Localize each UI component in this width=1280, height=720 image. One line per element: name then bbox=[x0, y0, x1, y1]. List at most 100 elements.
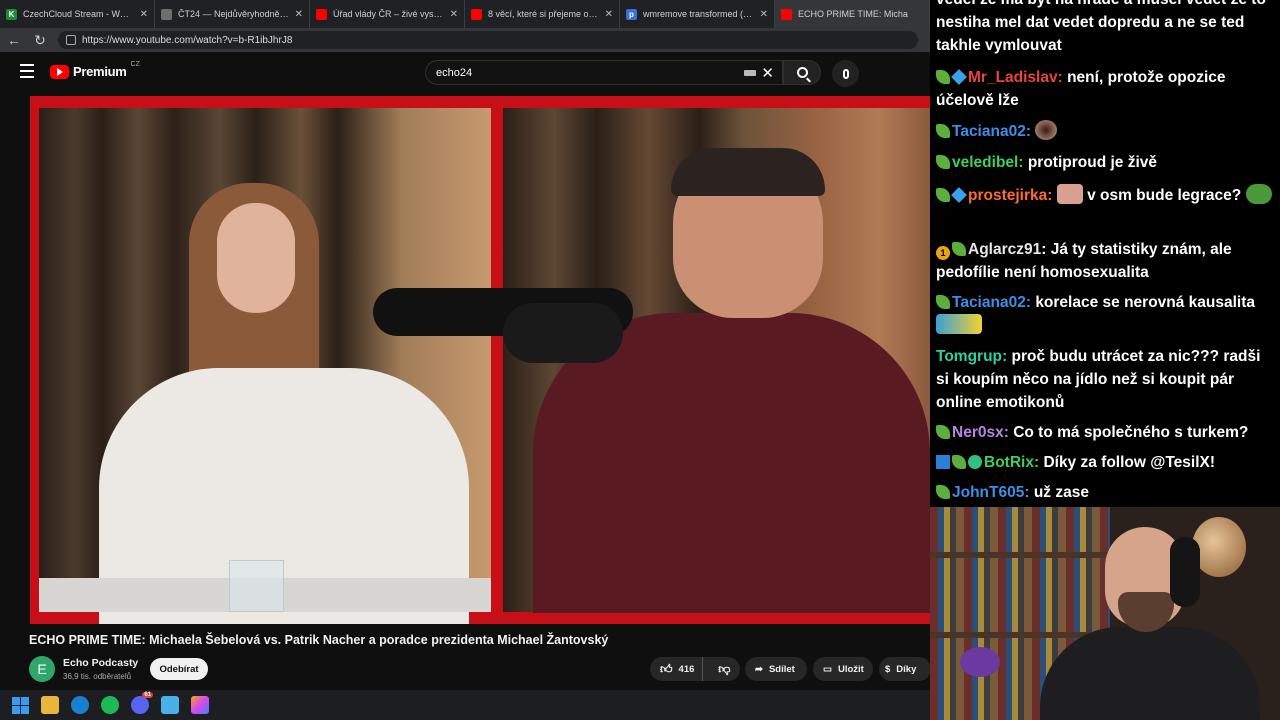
channel-name[interactable]: Echo Podcasty bbox=[63, 657, 138, 669]
podcast-microphone bbox=[503, 303, 623, 363]
chat-text: Díky za follow @TesilX! bbox=[1043, 454, 1216, 471]
like-count: 416 bbox=[678, 663, 695, 675]
logo-text: Premium bbox=[73, 64, 127, 79]
thanks-label: Díky bbox=[896, 663, 917, 675]
subscribe-button[interactable]: Odebírat bbox=[150, 658, 208, 680]
emote-icon bbox=[936, 314, 982, 334]
chat-username[interactable]: Tomgrup bbox=[936, 348, 1002, 365]
guest-face bbox=[217, 203, 295, 313]
notepad-icon[interactable] bbox=[161, 696, 179, 714]
youtube-logo[interactable]: Premium CZ bbox=[50, 61, 140, 79]
shelf-board bbox=[930, 552, 1110, 558]
tab-label: Úřad vlády ČR – živé vysílání - You bbox=[333, 9, 444, 19]
leaf-badge-icon bbox=[936, 188, 950, 202]
chat-username[interactable]: prostejirka bbox=[968, 187, 1047, 204]
voice-search-button[interactable] bbox=[832, 60, 859, 87]
water-glass bbox=[229, 560, 284, 612]
tab-label: ČT24 — Nejdůvěryhodnější zpravo bbox=[178, 9, 289, 19]
tab-label: ECHO PRIME TIME: Micha bbox=[798, 9, 908, 19]
save-label: Uložit bbox=[837, 663, 864, 675]
leaf-badge-icon bbox=[952, 455, 966, 469]
leaf-badge-icon bbox=[936, 155, 950, 169]
chat-message: Tomgrup: proč budu utrácet za nic??? rad… bbox=[936, 348, 1261, 411]
chat-username[interactable]: BotRix bbox=[984, 454, 1034, 471]
windows-taskbar: 61 bbox=[0, 690, 930, 720]
tab-favicon: p bbox=[626, 8, 637, 20]
leaf-badge-icon bbox=[936, 485, 950, 499]
browser-tab[interactable]: ČT24 — Nejdůvěryhodnější zpravo ✕ bbox=[155, 0, 310, 28]
chat-username[interactable]: Taciana02 bbox=[952, 123, 1026, 140]
video-frame-right bbox=[373, 108, 930, 613]
save-button[interactable]: ▭ Uložit bbox=[813, 657, 873, 681]
like-dislike-group: 👍︎ 416 👎︎ bbox=[650, 657, 740, 681]
close-icon[interactable]: ✕ bbox=[450, 9, 458, 20]
spotify-icon[interactable] bbox=[101, 696, 119, 714]
emote-icon bbox=[1056, 184, 1083, 204]
logo-region: CZ bbox=[130, 61, 140, 68]
chat-message: veledibel: protiproud je živě bbox=[936, 151, 1276, 174]
browser-tab[interactable]: p wmremove transformed (4) — Pon ✕ bbox=[620, 0, 775, 28]
leaf-badge-icon bbox=[952, 242, 966, 256]
browser-tab[interactable]: 8 věcí, které si přejeme od DLC pro ✕ bbox=[465, 0, 620, 28]
browser-tab-bar: K CzechCloud Stream - Watch Live o ✕ ČT2… bbox=[0, 0, 930, 28]
chat-message: Taciana02: korelace se nerovná kausalita bbox=[936, 291, 1276, 337]
chat-username[interactable]: veledibel bbox=[952, 154, 1018, 171]
copilot-icon[interactable] bbox=[191, 696, 209, 714]
frog-emote-icon bbox=[1245, 184, 1272, 204]
guest-hair bbox=[671, 148, 825, 196]
leaf-badge-icon bbox=[936, 70, 950, 84]
edge-browser-icon[interactable] bbox=[71, 696, 89, 714]
chat-message: prostejirka: v osm bude legrace? bbox=[936, 184, 1276, 207]
thanks-button[interactable]: $ Díky bbox=[879, 657, 931, 681]
youtube-favicon-icon bbox=[781, 8, 792, 20]
clear-search-icon[interactable]: ✕ bbox=[761, 64, 774, 82]
chat-message: Taciana02: bbox=[936, 120, 1276, 143]
leaf-badge-icon bbox=[936, 295, 950, 309]
reload-icon[interactable]: ↻ bbox=[32, 32, 48, 49]
leaf-badge-icon bbox=[936, 124, 950, 138]
chat-message: Ner0sx: Co to má společného s turkem? bbox=[936, 421, 1276, 444]
browser-tab[interactable]: K CzechCloud Stream - Watch Live o ✕ bbox=[0, 0, 155, 28]
share-button[interactable]: ➦ Sdílet bbox=[745, 657, 807, 681]
keyboard-icon[interactable] bbox=[744, 70, 756, 76]
discord-icon[interactable]: 61 bbox=[131, 692, 153, 714]
hamburger-menu-icon[interactable] bbox=[20, 64, 34, 78]
chat-username[interactable]: JohnT605 bbox=[952, 484, 1024, 501]
close-icon[interactable]: ✕ bbox=[140, 9, 148, 20]
close-icon[interactable]: ✕ bbox=[760, 9, 768, 20]
microphone-icon bbox=[842, 68, 849, 79]
site-info-icon[interactable] bbox=[66, 35, 76, 45]
close-icon[interactable]: ✕ bbox=[295, 9, 303, 20]
streamer-webcam bbox=[930, 507, 1280, 720]
chat-username[interactable]: Mr_Ladislav bbox=[968, 69, 1058, 86]
stream-chat: vedel ze ma byt na hrade a musel vedet z… bbox=[930, 0, 1280, 507]
video-player[interactable] bbox=[30, 96, 930, 624]
windows-start-icon[interactable] bbox=[12, 696, 29, 714]
youtube-play-icon bbox=[50, 64, 69, 79]
thumbs-up-icon: 👍︎ bbox=[660, 661, 673, 676]
chat-username[interactable]: Taciana02 bbox=[952, 294, 1026, 311]
like-button[interactable]: 👍︎ 416 bbox=[650, 657, 703, 681]
chat-message: BotRix: Díky za follow @TesilX! bbox=[936, 451, 1276, 474]
browser-tab[interactable]: Úřad vlády ČR – živé vysílání - You ✕ bbox=[310, 0, 465, 28]
emote-icon bbox=[1035, 120, 1058, 140]
chat-message: 1 Aglarcz91: Já ty statistiky znám, ale p… bbox=[936, 241, 1232, 281]
dislike-button[interactable]: 👎︎ bbox=[709, 657, 740, 681]
back-arrow-icon[interactable]: ← bbox=[6, 32, 22, 48]
youtube-header: Premium CZ echo24 ✕ bbox=[0, 52, 930, 92]
chat-message: JohnT605: už zase bbox=[936, 481, 1276, 504]
browser-tab-active[interactable]: ECHO PRIME TIME: Micha bbox=[775, 0, 930, 28]
search-button[interactable] bbox=[783, 60, 821, 85]
verified-badge-icon bbox=[968, 455, 982, 469]
youtube-favicon-icon bbox=[471, 8, 482, 20]
file-explorer-icon[interactable] bbox=[41, 696, 59, 714]
search-input[interactable]: echo24 ✕ bbox=[425, 60, 783, 85]
url-input[interactable]: https://www.youtube.com/watch?v=b-R1ibJh… bbox=[58, 31, 918, 49]
bookmark-icon: ▭ bbox=[823, 663, 832, 675]
close-icon[interactable]: ✕ bbox=[605, 9, 613, 20]
tab-label: wmremove transformed (4) — Pon bbox=[643, 9, 754, 19]
channel-avatar[interactable]: E bbox=[29, 656, 55, 682]
chat-username[interactable]: Aglarcz91 bbox=[968, 241, 1041, 258]
chat-username[interactable]: Ner0sx bbox=[952, 424, 1004, 441]
tab-favicon bbox=[161, 8, 172, 20]
